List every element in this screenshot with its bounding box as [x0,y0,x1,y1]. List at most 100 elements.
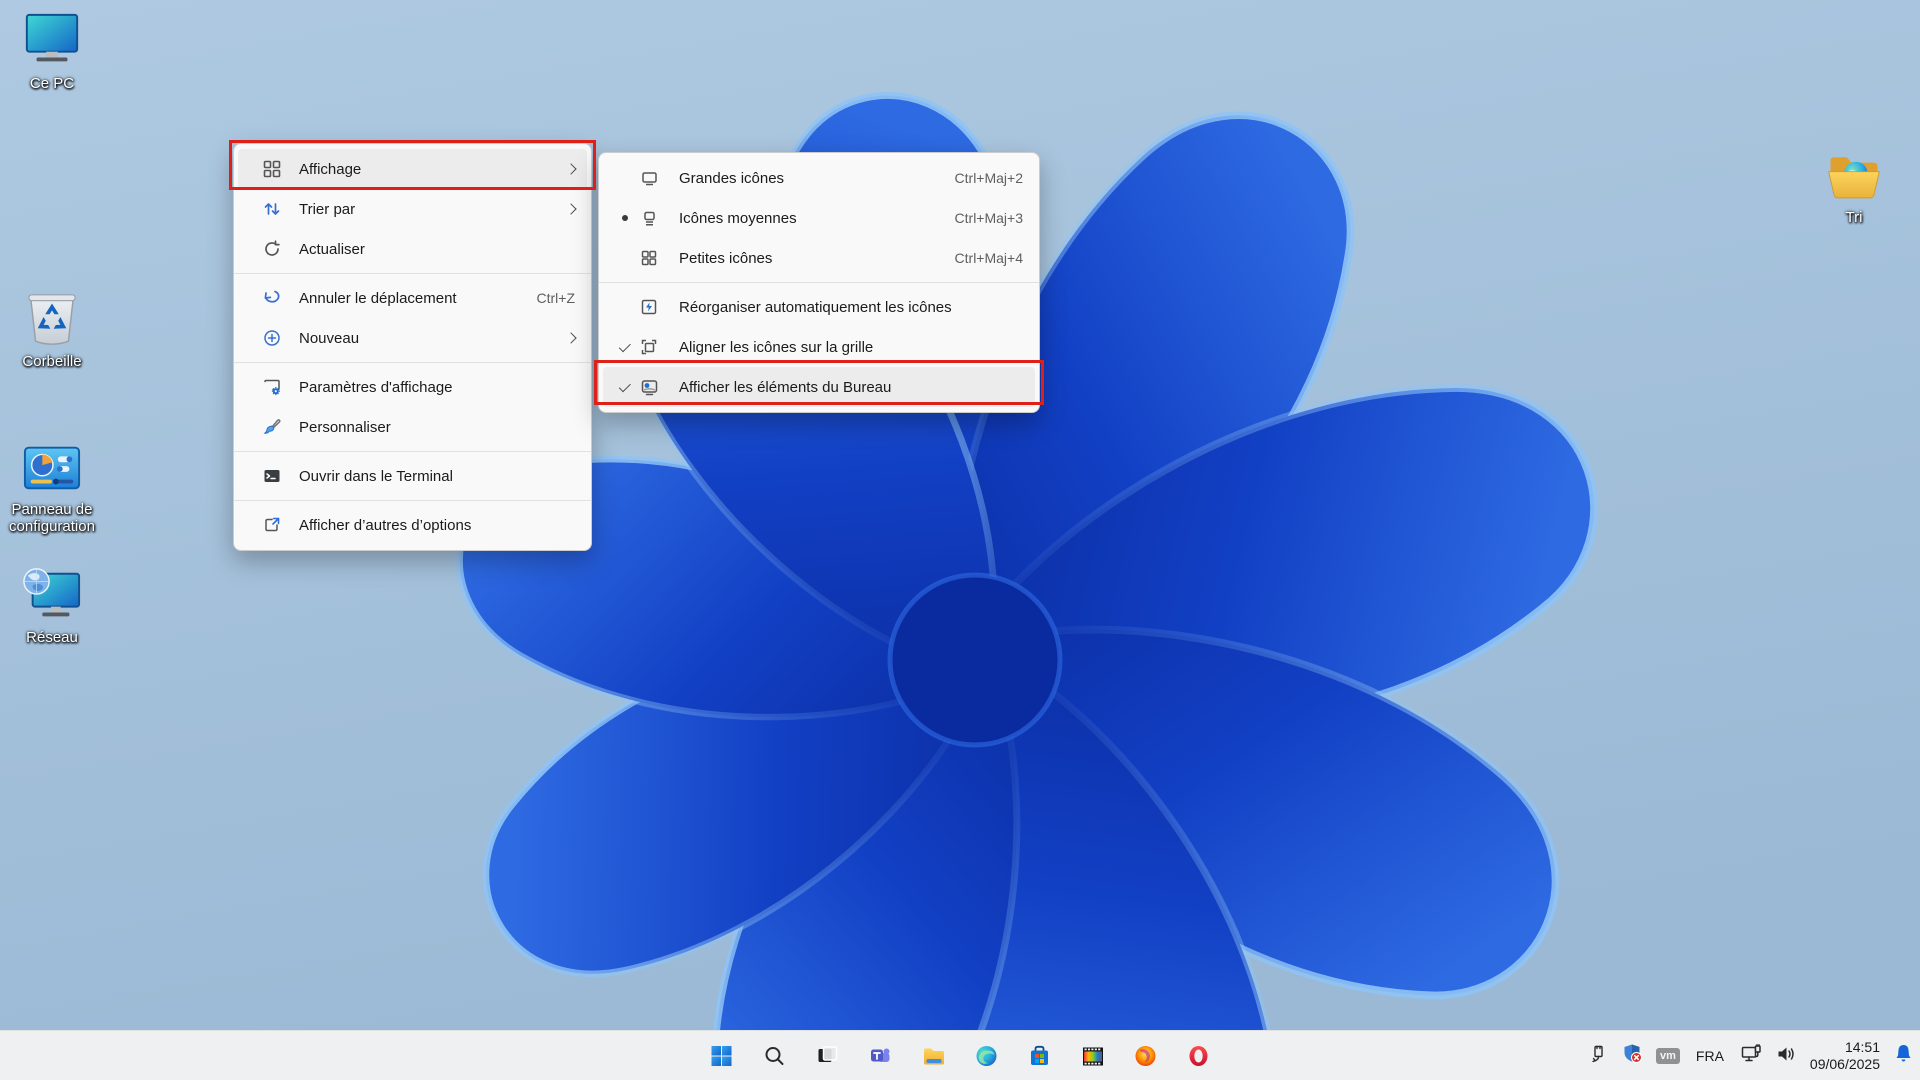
medium-icons-icon [637,207,661,229]
menu-item-label: Actualiser [299,241,365,258]
menu-item-label: Paramètres d'affichage [299,379,453,396]
menu-item-actualiser[interactable]: Actualiser [238,229,587,269]
desktop-icon-tri-folder[interactable]: Tri [1802,150,1906,226]
task-view-button[interactable] [808,1036,848,1076]
menu-item-shortcut: Ctrl+Z [537,290,576,306]
menu-separator [234,451,591,452]
desktop-icon-recycle-bin[interactable]: Corbeille [0,290,104,370]
firefox-button[interactable] [1126,1036,1166,1076]
movies-tv-button[interactable] [1073,1036,1113,1076]
taskbar: vm FRA 14:51 09/06/2025 [0,1030,1920,1080]
this-pc-icon [21,12,83,72]
file-explorer-button[interactable] [914,1036,954,1076]
submenu-item-label: Grandes icônes [679,170,784,187]
submenu-item-aligner-grille[interactable]: Aligner les icônes sur la grille [603,327,1035,367]
view-grid-icon [260,158,284,180]
folder-edge-icon [1825,150,1883,206]
start-button[interactable] [702,1036,742,1076]
desktop-icon-this-pc[interactable]: Ce PC [0,12,104,92]
opera-button[interactable] [1179,1036,1219,1076]
submenu-item-reorganiser[interactable]: Réorganiser automatiquement les icônes [603,287,1035,327]
show-desktop-items-icon [637,376,661,398]
teams-button[interactable] [861,1036,901,1076]
desktop-context-menu: Affichage Trier par Actualiser [233,143,592,551]
security-shield-icon[interactable] [1622,1043,1643,1069]
large-icons-icon [637,167,661,189]
submenu-item-shortcut: Ctrl+Maj+2 [955,170,1023,186]
microsoft-store-button[interactable] [1020,1036,1060,1076]
selected-bullet [613,215,637,221]
more-options-icon [260,514,284,536]
checkmark-icon [613,344,637,350]
usb-eject-icon[interactable] [1589,1044,1609,1069]
menu-item-label: Nouveau [299,330,359,347]
menu-item-personnaliser[interactable]: Personnaliser [238,407,587,447]
menu-separator [234,362,591,363]
menu-item-label: Trier par [299,201,355,218]
submenu-item-label: Petites icônes [679,250,772,267]
display-settings-icon [260,376,284,398]
refresh-icon [260,238,284,260]
auto-arrange-icon [637,296,661,318]
chevron-right-icon [565,203,576,214]
network-tray-icon[interactable] [1740,1043,1762,1070]
menu-separator [234,500,591,501]
control-panel-icon [21,438,83,498]
recycle-bin-icon [21,290,83,350]
affichage-submenu: Grandes icônes Ctrl+Maj+2 Icônes moyenne… [598,152,1040,413]
menu-item-label: Ouvrir dans le Terminal [299,468,453,485]
taskbar-center-icons [702,1031,1219,1080]
search-button[interactable] [755,1036,795,1076]
menu-item-label: Affichage [299,161,361,178]
personalize-brush-icon [260,416,284,438]
menu-separator [234,273,591,274]
menu-item-label: Annuler le déplacement [299,290,457,307]
submenu-item-label: Aligner les icônes sur la grille [679,339,873,356]
submenu-item-afficher-elements[interactable]: Afficher les éléments du Bureau [603,367,1035,407]
desktop-icon-label: Réseau [0,629,104,646]
menu-item-terminal[interactable]: Ouvrir dans le Terminal [238,456,587,496]
clock-date: 09/06/2025 [1810,1056,1880,1073]
terminal-icon [260,465,284,487]
submenu-item-shortcut: Ctrl+Maj+3 [955,210,1023,226]
menu-item-trier-par[interactable]: Trier par [238,189,587,229]
language-indicator[interactable]: FRA [1693,1048,1727,1064]
edge-button[interactable] [967,1036,1007,1076]
desktop-icon-label: Corbeille [0,353,104,370]
desktop-screen: Ce PC Corbeille Pannea [0,0,1920,1080]
sort-arrows-icon [260,198,284,220]
menu-item-autres-options[interactable]: Afficher d’autres d’options [238,505,587,545]
menu-item-label: Personnaliser [299,419,391,436]
clock-time: 14:51 [1810,1039,1880,1056]
volume-icon[interactable] [1775,1043,1797,1070]
chevron-right-icon [565,332,576,343]
menu-item-annuler[interactable]: Annuler le déplacement Ctrl+Z [238,278,587,318]
vm-tools-icon[interactable]: vm [1656,1048,1680,1064]
small-icons-icon [637,247,661,269]
system-tray: vm FRA 14:51 09/06/2025 [1589,1031,1914,1080]
desktop-icon-label: Ce PC [0,75,104,92]
desktop-icon-label: Tri [1802,209,1906,226]
undo-icon [260,287,284,309]
submenu-item-icones-moyennes[interactable]: Icônes moyennes Ctrl+Maj+3 [603,198,1035,238]
menu-item-affichage[interactable]: Affichage [238,149,587,189]
submenu-item-label: Icônes moyennes [679,210,797,227]
menu-item-nouveau[interactable]: Nouveau [238,318,587,358]
desktop-icon-control-panel[interactable]: Panneau de configuration [0,438,104,535]
checkmark-icon [613,384,637,390]
new-plus-circle-icon [260,327,284,349]
submenu-item-shortcut: Ctrl+Maj+4 [955,250,1023,266]
submenu-item-grandes-icones[interactable]: Grandes icônes Ctrl+Maj+2 [603,158,1035,198]
align-grid-icon [637,336,661,358]
network-computer-icon [21,566,83,626]
desktop-icon-network[interactable]: Réseau [0,566,104,646]
desktop-icon-label: Panneau de configuration [0,501,104,535]
submenu-separator [599,282,1039,283]
taskbar-clock[interactable]: 14:51 09/06/2025 [1810,1039,1880,1073]
chevron-right-icon [565,163,576,174]
menu-item-parametres-affichage[interactable]: Paramètres d'affichage [238,367,587,407]
notification-bell-icon[interactable] [1893,1043,1914,1069]
submenu-item-label: Afficher les éléments du Bureau [679,379,891,396]
submenu-item-petites-icones[interactable]: Petites icônes Ctrl+Maj+4 [603,238,1035,278]
submenu-item-label: Réorganiser automatiquement les icônes [679,299,952,316]
